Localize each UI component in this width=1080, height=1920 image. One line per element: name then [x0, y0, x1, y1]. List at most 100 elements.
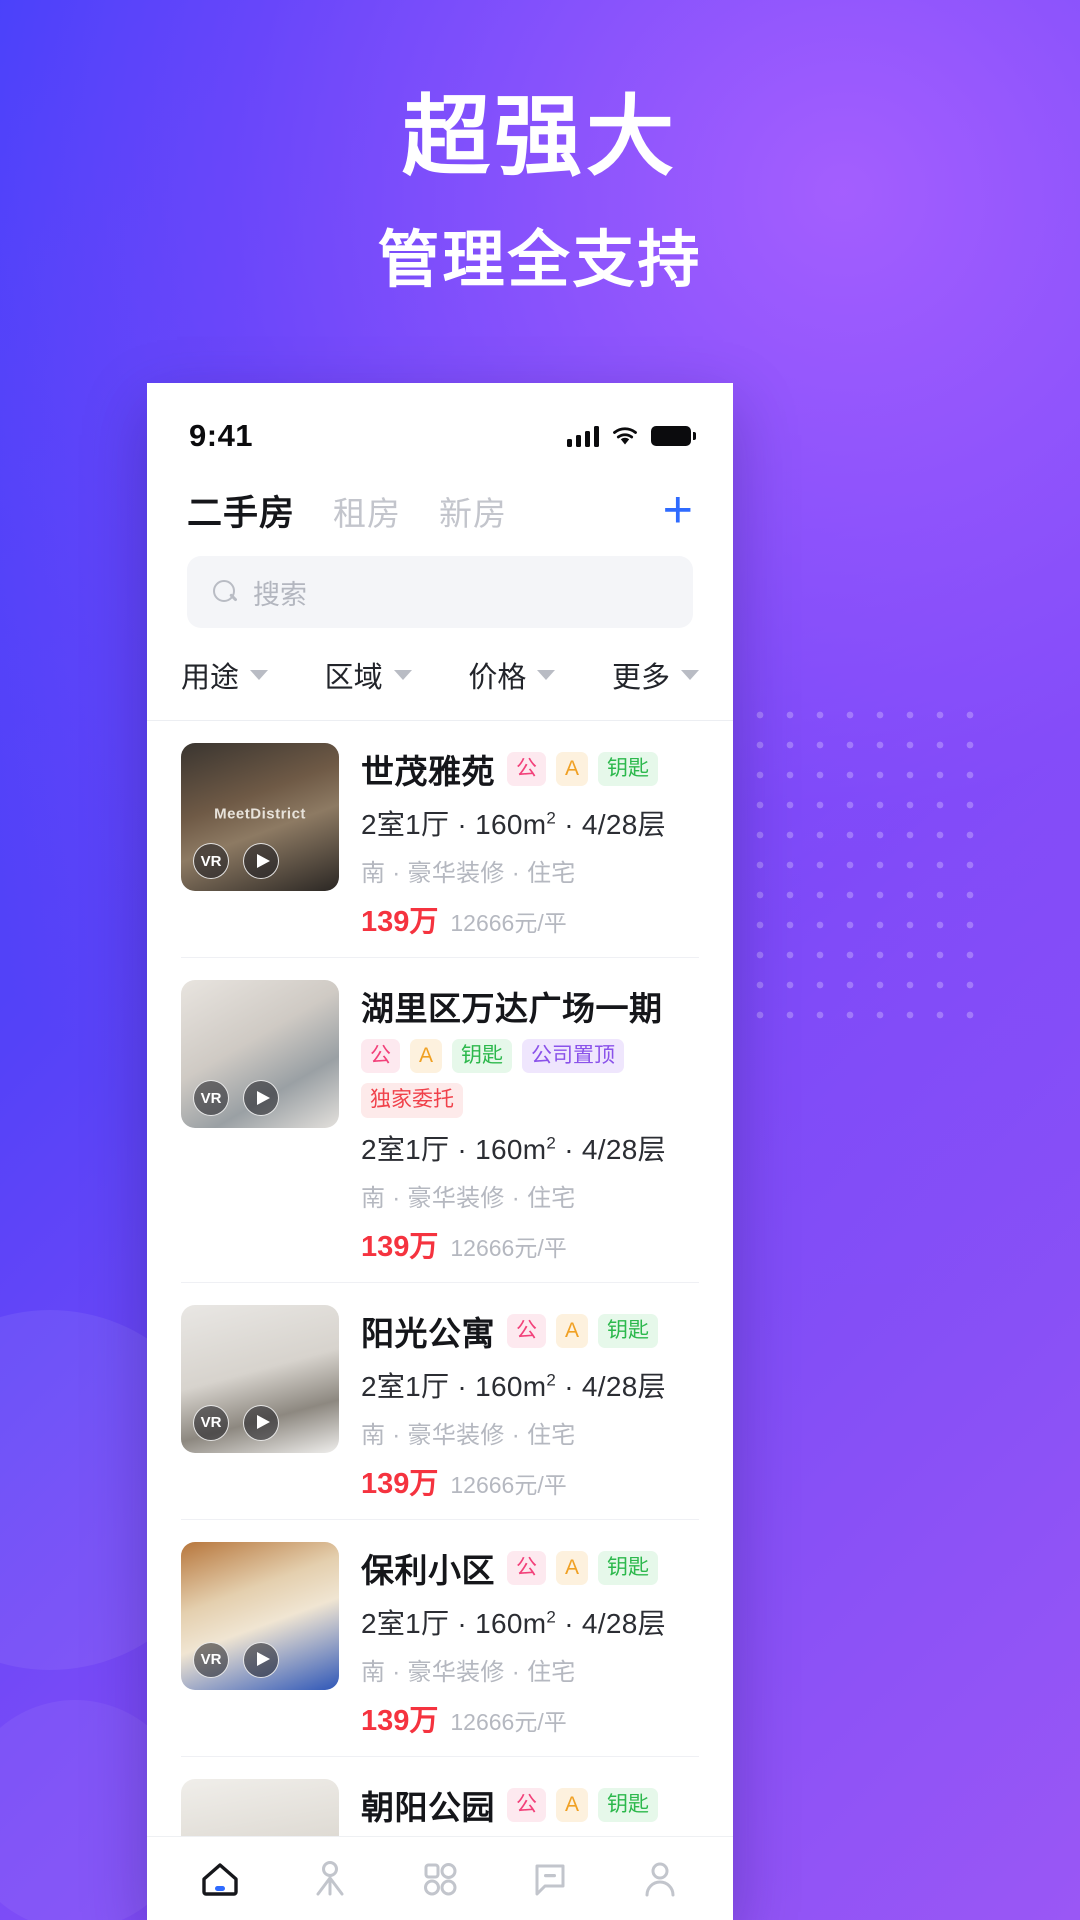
- listing-price: 139万: [361, 1704, 439, 1737]
- listing-info: 阳光公寓 公 A 钥匙 2室1厅 · 160m2 · 4/28层 南 · 豪华装修 …: [361, 1305, 699, 1502]
- listing-title: 湖里区万达广场一期: [361, 990, 663, 1027]
- listing-tag: A: [556, 1313, 589, 1348]
- filter-price-label: 价格: [468, 662, 527, 694]
- tab-ershoufang[interactable]: 二手房: [187, 485, 295, 536]
- listing-price-row: 139万 12666元/平: [361, 1460, 699, 1502]
- signal-bars-icon: [566, 425, 599, 447]
- listing-thumbnail[interactable]: VR: [181, 1304, 339, 1453]
- filter-price[interactable]: 价格: [468, 654, 556, 696]
- listing-tag: 公司置顶: [522, 1039, 625, 1074]
- chevron-down-icon: [250, 670, 269, 680]
- listing-tag: 钥匙: [598, 1787, 659, 1822]
- bottom-navigation: [147, 1836, 733, 1920]
- listing-tag: 独家委托: [361, 1083, 463, 1118]
- battery-icon: [651, 426, 696, 446]
- listing-card[interactable]: VR 湖里区万达广场一期 公 A 钥匙 公司置顶 独家委托 2室1厅 · 160m2 ·…: [147, 958, 733, 1283]
- filter-area-label: 区域: [324, 662, 383, 694]
- listing-info: 朝阳公园 公A钥匙 2室1厅 · 160m2 · 4/28层: [361, 1779, 699, 1836]
- nav-messages[interactable]: [527, 1856, 573, 1902]
- thumbnail-watermark: MeetDistrict: [214, 805, 306, 823]
- profile-icon: [645, 1862, 675, 1896]
- filter-more[interactable]: 更多: [612, 654, 699, 696]
- home-icon: [202, 1862, 238, 1896]
- listing-tag: 钥匙: [598, 751, 659, 787]
- listing-tag: A: [410, 1039, 443, 1074]
- add-listing-button[interactable]: +: [663, 484, 693, 537]
- listing-title: 保利小区: [361, 1551, 495, 1589]
- listing-card[interactable]: 朝阳公园 公A钥匙 2室1厅 · 160m2 · 4/28层: [147, 1757, 733, 1836]
- listing-tag: 公: [507, 1787, 546, 1822]
- nav-home[interactable]: [197, 1856, 243, 1902]
- wifi-icon: [613, 427, 637, 445]
- listing-sub: 南 · 豪华装修 · 住宅: [361, 1184, 576, 1212]
- listing-price-row: 139万 12666元/平: [361, 1697, 699, 1739]
- listing-tags: 公 A 钥匙: [507, 751, 659, 787]
- listing-price: 139万: [361, 1230, 439, 1263]
- listing-unit-price: 12666元/平: [450, 1471, 567, 1498]
- play-icon[interactable]: [243, 843, 279, 879]
- listing-spec: 2室1厅 · 160m2 · 4/28层: [361, 808, 666, 840]
- search-icon: [213, 580, 237, 604]
- hero-title: 超强大: [401, 87, 678, 186]
- listing-card[interactable]: MeetDistrict VR 世茂雅苑 公 A 钥匙 2室1厅 · 160m2 ·…: [147, 721, 733, 958]
- listing-info: 保利小区 公 A 钥匙 2室1厅 · 160m2 · 4/28层 南 · 豪华装修 …: [361, 1542, 699, 1739]
- listing-price: 139万: [361, 1467, 439, 1500]
- play-icon[interactable]: [243, 1641, 279, 1678]
- listing-title: 世茂雅苑: [361, 753, 495, 790]
- chat-icon: [535, 1864, 565, 1895]
- nav-apps[interactable]: [417, 1856, 463, 1902]
- tab-zufang[interactable]: 租房: [333, 487, 401, 535]
- listing-tags: 公 A 钥匙: [507, 1787, 659, 1822]
- nav-profile[interactable]: [637, 1856, 683, 1902]
- listing-card[interactable]: VR 阳光公寓 公 A 钥匙 2室1厅 · 160m2 · 4/28层 南 · 豪华…: [147, 1283, 733, 1520]
- listing-sub: 南 · 豪华装修 · 住宅: [361, 860, 576, 887]
- play-icon[interactable]: [243, 1404, 279, 1441]
- listing-price-row: 139万 12666元/平: [361, 898, 699, 940]
- search-placeholder: 搜索: [253, 579, 307, 610]
- decorative-dot-grid: [745, 700, 975, 1030]
- listing-list: MeetDistrict VR 世茂雅苑 公 A 钥匙 2室1厅 · 160m2 ·…: [147, 721, 733, 1836]
- listing-tags: 公 A 钥匙: [507, 1313, 659, 1348]
- listing-tag: A: [556, 751, 589, 787]
- listing-sub: 南 · 豪华装修 · 住宅: [361, 1421, 576, 1449]
- status-icons: [566, 425, 696, 447]
- listing-spec: 2室1厅 · 160m2 · 4/28层: [361, 1370, 666, 1402]
- listing-tags: 公 A 钥匙 公司置顶 独家委托: [361, 1039, 699, 1118]
- play-icon[interactable]: [243, 1080, 279, 1116]
- listing-tag: A: [556, 1787, 589, 1822]
- status-bar: 9:41: [147, 383, 733, 471]
- search-input[interactable]: 搜索: [187, 556, 693, 628]
- vr-badge[interactable]: VR: [193, 1641, 229, 1678]
- listing-unit-price: 12666元/平: [450, 1708, 567, 1735]
- listing-thumbnail[interactable]: [181, 1778, 339, 1836]
- listing-title: 朝阳公园: [361, 1788, 495, 1826]
- filter-usage[interactable]: 用途: [181, 654, 269, 696]
- listing-unit-price: 12666元/平: [450, 910, 567, 936]
- vr-badge[interactable]: VR: [193, 1404, 229, 1441]
- filter-more-label: 更多: [611, 662, 670, 694]
- listing-unit-price: 12666元/平: [450, 1234, 567, 1261]
- listing-sub: 南 · 豪华装修 · 住宅: [361, 1658, 576, 1686]
- nav-agent[interactable]: [307, 1856, 353, 1902]
- listing-card[interactable]: VR 保利小区 公 A 钥匙 2室1厅 · 160m2 · 4/28层 南 · 豪华…: [147, 1520, 733, 1757]
- person-icon: [316, 1860, 344, 1895]
- hero-text-block: 超强大 管理全支持: [0, 92, 1080, 293]
- tab-xinfang[interactable]: 新房: [439, 487, 507, 535]
- listing-thumbnail[interactable]: MeetDistrict VR: [181, 743, 339, 891]
- search-area: 搜索: [147, 542, 733, 628]
- listing-info: 世茂雅苑 公 A 钥匙 2室1厅 · 160m2 · 4/28层 南 · 豪华装修 …: [361, 743, 699, 940]
- vr-badge[interactable]: VR: [193, 843, 229, 879]
- listing-tag: 公: [507, 1313, 546, 1348]
- listing-thumbnail[interactable]: VR: [181, 1541, 339, 1690]
- chevron-down-icon: [680, 670, 699, 680]
- vr-badge[interactable]: VR: [193, 1080, 229, 1116]
- listing-tag: 公: [361, 1039, 400, 1074]
- chevron-down-icon: [537, 670, 556, 680]
- listing-price: 139万: [361, 906, 439, 938]
- filter-usage-label: 用途: [181, 662, 240, 694]
- listing-thumbnail[interactable]: VR: [181, 980, 339, 1128]
- filter-area[interactable]: 区域: [325, 654, 412, 696]
- filter-bar: 用途 区域 价格 更多: [147, 628, 733, 721]
- listing-price-row: 139万 12666元/平: [361, 1223, 699, 1265]
- listing-spec: 2室1厅 · 160m2 · 4/28层: [361, 1607, 666, 1639]
